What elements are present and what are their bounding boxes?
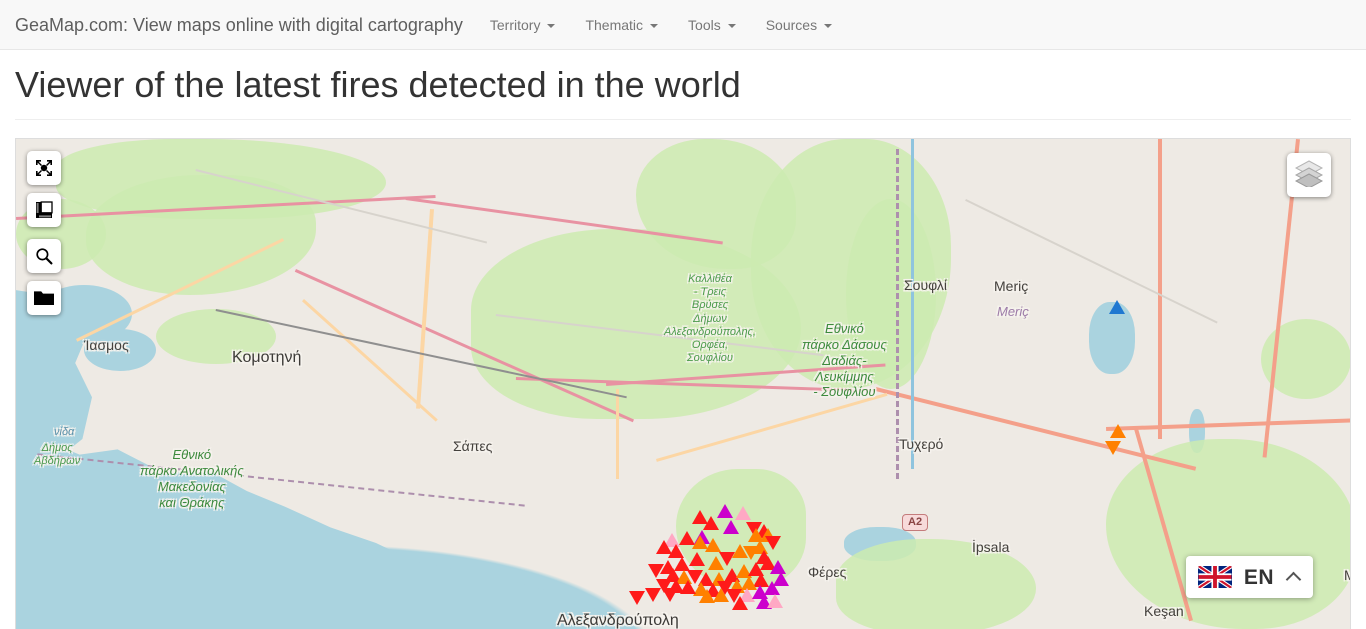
fire-marker[interactable] — [1109, 300, 1125, 314]
fire-marker[interactable] — [705, 538, 721, 552]
map-container[interactable]: ΊασμοςΚομοτηνήΣάπεςΑλεξανδρούποληΦέρεςΣο… — [15, 138, 1351, 629]
fullscreen-icon — [34, 158, 54, 178]
fire-marker[interactable] — [717, 504, 733, 518]
layers-control[interactable] — [1287, 153, 1331, 197]
fire-marker[interactable] — [629, 591, 645, 605]
top-navbar: GeaMap.com: View maps online with digita… — [0, 0, 1366, 50]
fire-marker[interactable] — [662, 588, 678, 602]
nav-item-sources[interactable]: Sources — [751, 0, 847, 50]
map-label: Meriç — [997, 304, 1029, 319]
river-evros — [911, 139, 914, 469]
road-minor-c — [965, 199, 1218, 324]
fire-marker[interactable] — [703, 516, 719, 530]
nav-item-territory-label: Territory — [490, 0, 541, 50]
map-tile-layer[interactable]: ΊασμοςΚομοτηνήΣάπεςΑλεξανδρούποληΦέρεςΣο… — [16, 139, 1351, 629]
fire-marker[interactable] — [689, 552, 705, 566]
nav-item-thematic-label: Thematic — [585, 0, 643, 50]
fullscreen-control[interactable] — [27, 151, 61, 185]
caret-down-icon — [547, 24, 555, 28]
fire-marker[interactable] — [645, 588, 661, 602]
caret-down-icon — [650, 24, 658, 28]
page-title: Viewer of the latest fires detected in t… — [15, 63, 741, 106]
caret-down-icon — [728, 24, 736, 28]
fire-marker[interactable] — [767, 594, 783, 608]
road-shield-a2: A2 — [902, 514, 928, 531]
fire-marker[interactable] — [708, 556, 724, 570]
forest-area-gala — [836, 539, 1036, 629]
search-icon — [34, 246, 54, 266]
map-label: Meriç — [994, 278, 1028, 294]
lagoon-east — [84, 329, 156, 371]
road-primary-alex-n — [616, 389, 619, 479]
folder-icon — [33, 288, 55, 308]
nav-item-territory[interactable]: Territory — [475, 0, 571, 50]
ruler-icon — [34, 200, 54, 220]
forest-area-kesan — [1106, 439, 1351, 629]
map-label: Σάπες — [453, 438, 492, 454]
nav-item-tools[interactable]: Tools — [673, 0, 751, 50]
uk-flag-icon — [1198, 566, 1232, 588]
nav-menu: Territory Thematic Tools Sources — [475, 0, 847, 50]
road-primary-komotini-s — [416, 209, 434, 409]
fire-marker[interactable] — [668, 544, 684, 558]
title-divider — [15, 119, 1351, 120]
nav-item-thematic[interactable]: Thematic — [570, 0, 673, 50]
fire-marker[interactable] — [1110, 424, 1126, 438]
fire-marker[interactable] — [648, 564, 664, 578]
road-primary-sapes — [302, 299, 438, 422]
road-motorway-kesan-n — [1158, 139, 1162, 439]
caret-down-icon — [824, 24, 832, 28]
map-label: Τυχερό — [899, 436, 943, 452]
fire-marker[interactable] — [1105, 441, 1121, 455]
nav-item-sources-label: Sources — [766, 0, 817, 50]
forest-area-tyxero — [846, 199, 936, 389]
border-greece-turkey — [896, 149, 899, 479]
fire-marker[interactable] — [732, 596, 748, 610]
road-motorway-a2-far — [1106, 418, 1351, 431]
chevron-up-icon — [1286, 571, 1302, 587]
search-control[interactable] — [27, 239, 61, 273]
fire-marker[interactable] — [723, 520, 739, 534]
language-code: EN — [1244, 567, 1274, 588]
measure-control[interactable] — [27, 193, 61, 227]
files-control[interactable] — [27, 281, 61, 315]
language-switcher[interactable]: EN — [1186, 556, 1313, 598]
fire-marker[interactable] — [764, 581, 780, 595]
nav-item-tools-label: Tools — [688, 0, 721, 50]
layers-stack-icon — [1294, 159, 1324, 192]
site-brand-link[interactable]: GeaMap.com: View maps online with digita… — [0, 0, 475, 50]
fire-marker[interactable] — [735, 506, 751, 520]
